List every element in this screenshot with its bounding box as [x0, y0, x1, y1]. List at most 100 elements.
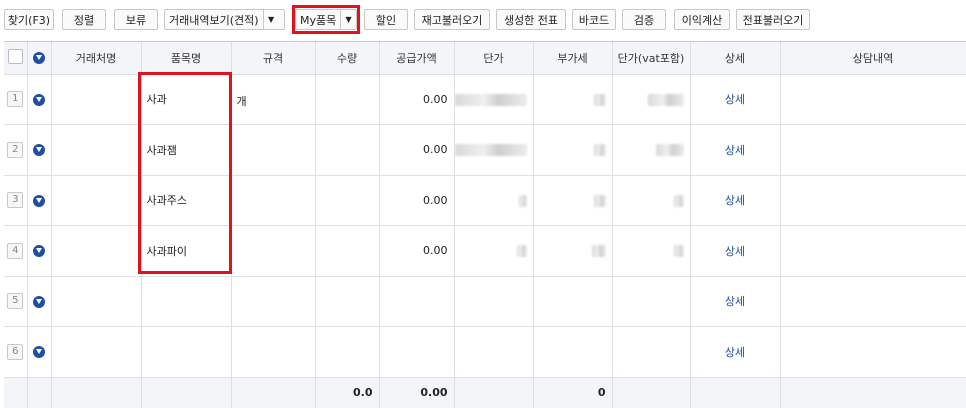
- row-number[interactable]: 4: [7, 242, 24, 259]
- row-download-cell[interactable]: [27, 124, 52, 176]
- qty-cell[interactable]: [315, 175, 380, 226]
- header-consult[interactable]: 상담내역: [780, 42, 966, 75]
- vat-cell[interactable]: [533, 276, 613, 327]
- consult-cell[interactable]: [780, 276, 966, 327]
- sort-button[interactable]: 정렬: [62, 9, 106, 30]
- detail-link[interactable]: 상세: [690, 175, 781, 226]
- qty-cell[interactable]: [315, 276, 380, 327]
- qty-cell[interactable]: [315, 326, 380, 378]
- select-all-checkbox-cell[interactable]: [4, 42, 28, 75]
- row-download-cell[interactable]: [27, 326, 52, 378]
- download-circle-icon[interactable]: [33, 144, 45, 157]
- header-unit-price[interactable]: 단가: [454, 42, 534, 75]
- select-all-checkbox[interactable]: [7, 48, 23, 64]
- unit-price-vat-cell[interactable]: [612, 326, 691, 378]
- row-download-cell[interactable]: [27, 74, 52, 125]
- detail-link[interactable]: 상세: [690, 74, 781, 125]
- download-circle-icon[interactable]: [33, 93, 45, 106]
- row-number[interactable]: 1: [7, 91, 24, 108]
- partner-cell[interactable]: [51, 326, 142, 378]
- item-name-cell[interactable]: [141, 326, 232, 378]
- qty-cell[interactable]: [315, 124, 380, 176]
- detail-link[interactable]: 상세: [690, 124, 781, 176]
- partner-cell[interactable]: [51, 124, 142, 176]
- voucher-load-button[interactable]: 전표불러오기: [736, 9, 810, 30]
- header-spec[interactable]: 규격: [231, 42, 316, 75]
- download-circle-icon[interactable]: [33, 52, 45, 65]
- partner-cell[interactable]: [51, 74, 142, 125]
- partner-cell[interactable]: [51, 225, 142, 277]
- unit-price-vat-cell[interactable]: [612, 74, 691, 125]
- header-item[interactable]: 품목명: [141, 42, 232, 75]
- discount-button[interactable]: 할인: [364, 9, 408, 30]
- row-number-cell[interactable]: 6: [4, 326, 28, 378]
- row-download-cell[interactable]: [27, 276, 52, 327]
- stock-load-button[interactable]: 재고불러오기: [414, 9, 490, 30]
- supply-cell[interactable]: 0.00: [379, 124, 455, 176]
- download-circle-icon[interactable]: [33, 295, 45, 308]
- barcode-button[interactable]: 바코드: [572, 9, 616, 30]
- verify-button[interactable]: 검증: [622, 9, 666, 30]
- unit-price-cell[interactable]: [454, 326, 534, 378]
- profit-calc-button[interactable]: 이익계산: [674, 9, 730, 30]
- history-view-label[interactable]: 거래내역보기(견적): [165, 10, 263, 29]
- row-number-cell[interactable]: 1: [4, 74, 28, 125]
- vat-cell[interactable]: [533, 175, 613, 226]
- consult-cell[interactable]: [780, 175, 966, 226]
- supply-cell[interactable]: 0.00: [379, 225, 455, 277]
- header-qty[interactable]: 수량: [315, 42, 380, 75]
- supply-cell[interactable]: [379, 276, 455, 327]
- row-number-cell[interactable]: 3: [4, 175, 28, 226]
- row-number[interactable]: 2: [7, 141, 24, 158]
- dropdown-arrow-icon[interactable]: ▼: [262, 10, 279, 29]
- spec-cell[interactable]: [231, 175, 316, 226]
- supply-cell[interactable]: [379, 326, 455, 378]
- supply-cell[interactable]: 0.00: [379, 175, 455, 226]
- vat-cell[interactable]: [533, 124, 613, 176]
- vat-cell[interactable]: [533, 326, 613, 378]
- spec-cell[interactable]: [231, 225, 316, 277]
- supply-cell[interactable]: 0.00: [379, 74, 455, 125]
- find-button[interactable]: 찾기(F3): [4, 9, 54, 30]
- header-supply[interactable]: 공급가액: [379, 42, 455, 75]
- header-partner[interactable]: 거래처명: [51, 42, 142, 75]
- row-number[interactable]: 5: [7, 293, 24, 310]
- history-view-split-button[interactable]: 거래내역보기(견적) ▼: [164, 9, 285, 30]
- qty-cell[interactable]: [315, 225, 380, 277]
- spec-cell[interactable]: [231, 326, 316, 378]
- header-vat[interactable]: 부가세: [533, 42, 613, 75]
- detail-link[interactable]: 상세: [690, 276, 781, 327]
- detail-link[interactable]: 상세: [690, 225, 781, 277]
- download-header-cell[interactable]: [27, 42, 52, 75]
- vat-cell[interactable]: [533, 74, 613, 125]
- qty-cell[interactable]: [315, 74, 380, 125]
- unit-price-cell[interactable]: [454, 74, 534, 125]
- consult-cell[interactable]: [780, 74, 966, 125]
- spec-cell[interactable]: [231, 124, 316, 176]
- unit-price-cell[interactable]: [454, 124, 534, 176]
- row-number-cell[interactable]: 2: [4, 124, 28, 176]
- detail-link[interactable]: 상세: [690, 326, 781, 378]
- unit-price-cell[interactable]: [454, 276, 534, 327]
- unit-price-vat-cell[interactable]: [612, 124, 691, 176]
- unit-price-vat-cell[interactable]: [612, 225, 691, 277]
- unit-price-vat-cell[interactable]: [612, 276, 691, 327]
- spec-cell[interactable]: [231, 276, 316, 327]
- unit-price-cell[interactable]: [454, 225, 534, 277]
- row-number-cell[interactable]: 4: [4, 225, 28, 277]
- vat-cell[interactable]: [533, 225, 613, 277]
- row-download-cell[interactable]: [27, 225, 52, 277]
- consult-cell[interactable]: [780, 124, 966, 176]
- row-number[interactable]: 3: [7, 192, 24, 209]
- table-row[interactable]: 6 상세: [4, 326, 966, 378]
- unit-price-vat-cell[interactable]: [612, 175, 691, 226]
- row-download-cell[interactable]: [27, 175, 52, 226]
- spec-cell[interactable]: 개: [231, 74, 316, 125]
- consult-cell[interactable]: [780, 326, 966, 378]
- created-voucher-button[interactable]: 생성한 전표: [496, 9, 566, 30]
- partner-cell[interactable]: [51, 175, 142, 226]
- consult-cell[interactable]: [780, 225, 966, 277]
- row-number[interactable]: 6: [7, 343, 24, 360]
- download-circle-icon[interactable]: [33, 194, 45, 207]
- row-number-cell[interactable]: 5: [4, 276, 28, 327]
